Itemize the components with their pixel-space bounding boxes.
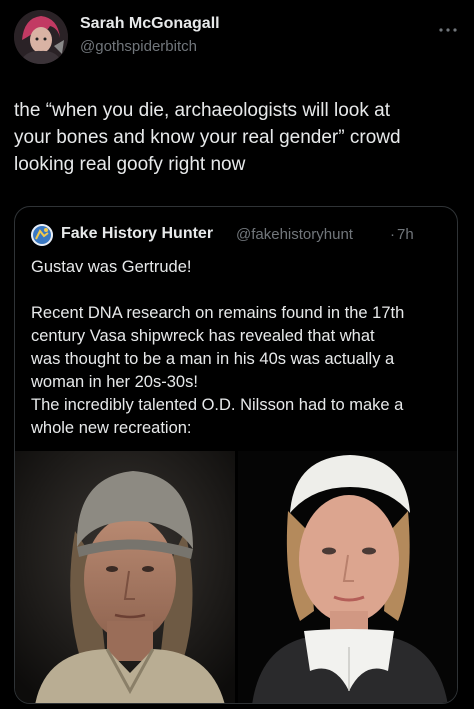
author-name[interactable]: Sarah McGonagall xyxy=(80,15,220,33)
quoted-author-handle[interactable]: @fakehistoryhunt xyxy=(236,226,353,243)
quoted-tweet[interactable]: Fake History Hunter @fakehistoryhunt · 7… xyxy=(14,206,458,704)
author-avatar[interactable] xyxy=(14,10,68,64)
quoted-timestamp[interactable]: 7h xyxy=(397,226,414,243)
tweet-text-line: the “when you die, archaeologists will l… xyxy=(14,100,390,121)
quoted-text-line: Recent DNA research on remains found in … xyxy=(31,304,405,322)
tweet: Sarah McGonagall @gothspiderbitch the “w… xyxy=(0,0,474,709)
more-horizontal-icon[interactable] xyxy=(437,22,459,32)
media-gallery xyxy=(15,451,457,703)
quoted-text-line: woman in her 20s-30s! xyxy=(31,373,198,391)
tweet-text-line: looking real goofy right now xyxy=(14,154,246,175)
tweet-text: the “when you die, archaeologists will l… xyxy=(14,97,464,178)
author-handle[interactable]: @gothspiderbitch xyxy=(80,38,197,55)
quoted-author-avatar[interactable] xyxy=(31,224,53,246)
separator-dot: · xyxy=(390,226,395,243)
quoted-author-name[interactable]: Fake History Hunter xyxy=(61,225,213,243)
photo-man-recreation[interactable] xyxy=(15,451,235,703)
photo-woman-recreation[interactable] xyxy=(238,451,457,703)
quoted-text-line: Gustav was Gertrude! xyxy=(31,258,192,276)
quoted-text-line: The incredibly talented O.D. Nilsson had… xyxy=(31,396,404,414)
quoted-text-line: whole new recreation: xyxy=(31,419,192,437)
tweet-text-line: your bones and know your real gender” cr… xyxy=(14,127,401,148)
quoted-text-line: century Vasa shipwreck has revealed that… xyxy=(31,327,375,345)
quoted-text-line: was thought to be a man in his 40s was a… xyxy=(31,350,395,368)
quoted-text: Gustav was Gertrude! Recent DNA research… xyxy=(31,256,447,440)
